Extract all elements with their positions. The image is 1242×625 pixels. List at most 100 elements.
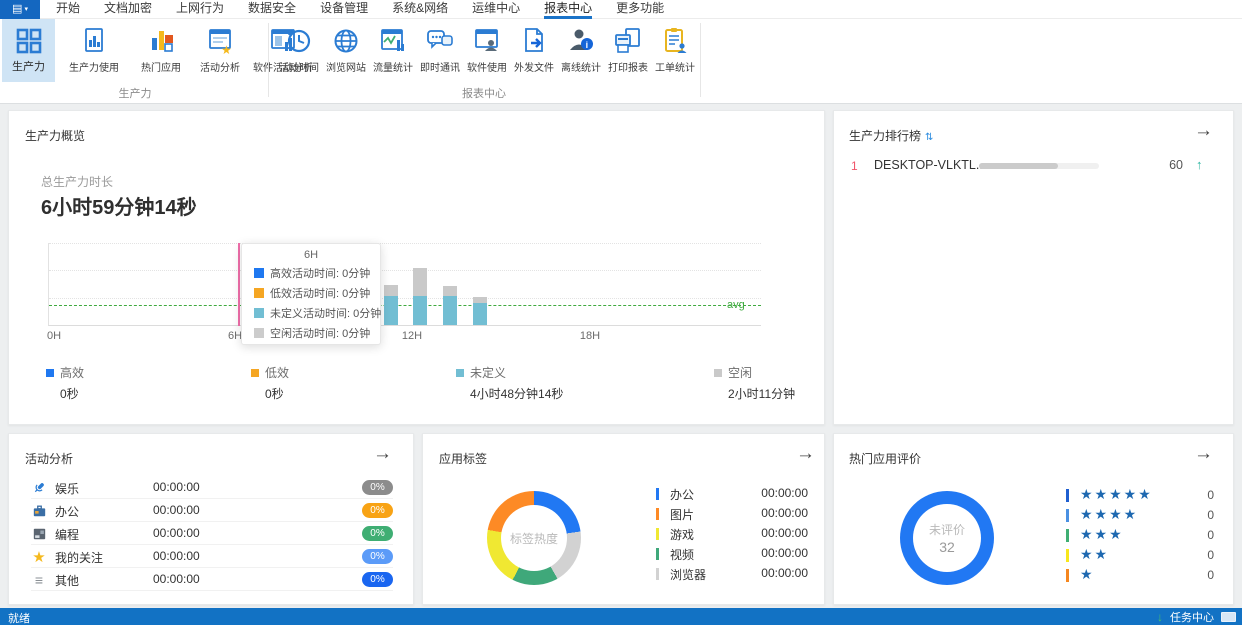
- menu-item-system-network[interactable]: 系统&网络: [392, 0, 448, 19]
- app-window: ▤ ▾ 开始 文档加密 上网行为 数据安全 设备管理 系统&网络 运维中心 报表…: [0, 0, 1242, 625]
- open-detail-arrow-icon[interactable]: →: [796, 444, 815, 463]
- ribbon-item-productivity[interactable]: 生产力: [2, 19, 55, 82]
- unrated-count: 32: [939, 539, 955, 555]
- hour-bar[interactable]: [413, 267, 428, 325]
- gridline: [49, 298, 761, 299]
- ribbon-item-activity-time[interactable]: 活动时间: [276, 19, 322, 82]
- ribbon-group-label-productivity: 生产力: [118, 88, 152, 100]
- hour-bar[interactable]: [472, 296, 487, 325]
- menu-item-doc-encrypt[interactable]: 文档加密: [104, 0, 152, 19]
- ribbon-item-activity-analysis[interactable]: ★ 活动分析: [192, 19, 248, 82]
- ribbon-item-browse-websites[interactable]: 浏览网站: [323, 19, 369, 82]
- clipboard-user-icon: [660, 26, 690, 56]
- percent-badge: 0%: [362, 503, 393, 518]
- star-icons: ★★★★: [1080, 506, 1139, 522]
- x-tick: 6H: [227, 330, 243, 342]
- menu-item-more[interactable]: 更多功能: [616, 0, 664, 19]
- productivity-hour-chart[interactable]: 0H 6H 12H 18H: [47, 243, 761, 342]
- total-productivity-value: 6小时59分钟14秒: [41, 197, 197, 219]
- menu-item-start[interactable]: 开始: [56, 0, 80, 19]
- open-detail-arrow-icon[interactable]: →: [1194, 121, 1213, 140]
- tag-legend-games[interactable]: 游戏 00:00:00: [656, 524, 808, 544]
- rank-number: 1: [851, 159, 858, 173]
- hour-bar[interactable]: [443, 286, 458, 325]
- idle-swatch: [254, 328, 264, 338]
- legend-idle: 空闲 2小时11分钟: [714, 364, 795, 402]
- inefficient-swatch: [254, 288, 264, 298]
- rating-row-4-stars[interactable]: ★★★★ 0: [1066, 506, 1214, 526]
- task-center-button[interactable]: ↓ 任务中心: [1157, 608, 1236, 625]
- status-text: 就绪: [8, 613, 30, 625]
- tag-legend-browser[interactable]: 浏览器 00:00:00: [656, 564, 808, 584]
- ribbon-item-ticket-stats[interactable]: 工单统计: [652, 19, 698, 82]
- star-icon: ★: [32, 548, 46, 566]
- productivity-ranking-panel: 生产力排行榜 ⇅ → 1 DESKTOP-VLKTL... 60 ↑: [833, 110, 1234, 425]
- panel-title: 生产力概览: [25, 129, 86, 143]
- percent-badge: 0%: [362, 572, 393, 587]
- ribbon-item-traffic-stats[interactable]: 流量统计: [370, 19, 416, 82]
- legend-undefined: 未定义 4小时48分钟14秒: [456, 364, 563, 402]
- ribbon-item-print-reports[interactable]: 打印报表: [605, 19, 651, 82]
- legend-efficient: 高效 0秒: [46, 364, 84, 402]
- activity-row-office[interactable]: 办公 00:00:00 0%: [31, 499, 393, 522]
- tag-legend-images[interactable]: 图片 00:00:00: [656, 504, 808, 524]
- globe-icon: [331, 26, 361, 56]
- ribbon-item-software-usage[interactable]: 软件使用: [464, 19, 510, 82]
- menu-item-web-behavior[interactable]: 上网行为: [176, 0, 224, 19]
- menu-item-data-security[interactable]: 数据安全: [248, 0, 296, 19]
- app-menu-button[interactable]: ▤ ▾: [0, 0, 40, 19]
- activity-row-programming[interactable]: 编程 00:00:00 0%: [31, 522, 393, 545]
- activity-row-my-focus[interactable]: ★ 我的关注 00:00:00 0%: [31, 545, 393, 568]
- x-tick: 12H: [401, 330, 423, 342]
- keyboard-icon: [31, 526, 47, 542]
- star-icons: ★★★★★: [1080, 486, 1153, 502]
- tag-heat-donut-chart[interactable]: 标签热度: [487, 491, 581, 585]
- rating-row-5-stars[interactable]: ★★★★★ 0: [1066, 486, 1214, 506]
- star-icons: ★: [1080, 566, 1095, 582]
- rating-donut-chart[interactable]: 未评价 32: [900, 491, 994, 585]
- rating-row-1-star[interactable]: ★ 0: [1066, 566, 1214, 586]
- chevron-down-icon: ▾: [24, 6, 28, 13]
- ranking-row[interactable]: 1 DESKTOP-VLKTL... 60 ↑: [834, 157, 1233, 177]
- sort-icon[interactable]: ⇅: [925, 132, 933, 143]
- donut-center-label: 标签热度: [509, 531, 558, 546]
- doc-star-icon: ★: [205, 26, 235, 56]
- menu-item-report-center[interactable]: 报表中心: [544, 0, 593, 19]
- open-detail-arrow-icon[interactable]: →: [1194, 444, 1213, 463]
- rating-row-3-stars[interactable]: ★★★ 0: [1066, 526, 1214, 546]
- ribbon-item-offline-stats[interactable]: i 离线统计: [558, 19, 604, 82]
- score-value: 60: [1169, 158, 1183, 172]
- menu-item-device-mgmt[interactable]: 设备管理: [320, 0, 368, 19]
- gridline: [49, 270, 761, 271]
- tag-legend-video[interactable]: 视频 00:00:00: [656, 544, 808, 564]
- percent-badge: 0%: [362, 480, 393, 495]
- briefcase-icon: [31, 503, 47, 519]
- panel-title: 生产力排行榜 ⇅: [849, 129, 934, 143]
- ribbon-group-divider: [700, 23, 701, 97]
- ribbon-item-productivity-usage[interactable]: 生产力使用: [58, 19, 130, 82]
- open-detail-arrow-icon[interactable]: →: [373, 444, 392, 463]
- monitor-icon: [1221, 611, 1236, 622]
- hour-bar[interactable]: [383, 285, 398, 325]
- download-arrow-icon: ↓: [1157, 609, 1163, 624]
- panel-title: 热门应用评价: [849, 452, 922, 466]
- ribbon-item-hot-apps[interactable]: 热门应用: [133, 19, 189, 82]
- ribbon-group-divider: [268, 23, 269, 97]
- undefined-swatch: [254, 308, 264, 318]
- activity-row-entertainment[interactable]: 娱乐 00:00:00 0%: [31, 476, 393, 499]
- computer-name: DESKTOP-VLKTL...: [874, 158, 987, 172]
- status-bar: 就绪 ↓ 任务中心: [0, 608, 1242, 625]
- rating-row-2-stars[interactable]: ★★ 0: [1066, 546, 1214, 566]
- ribbon-item-instant-messaging[interactable]: 即时通讯: [417, 19, 463, 82]
- activity-row-other[interactable]: ≡ 其他 00:00:00 0%: [31, 568, 393, 591]
- tag-legend-office[interactable]: 办公 00:00:00: [656, 484, 808, 504]
- bars-icon: [146, 26, 176, 56]
- grid-icon: [16, 28, 42, 54]
- tooltip-title: 6H: [303, 249, 319, 261]
- ribbon-group-label-report-center: 报表中心: [462, 88, 506, 100]
- svg-text:★: ★: [221, 43, 232, 56]
- average-label: avg: [727, 299, 745, 311]
- ribbon-item-outgoing-files[interactable]: 外发文件: [511, 19, 557, 82]
- menu-item-ops-center[interactable]: 运维中心: [472, 0, 520, 19]
- hover-indicator-line: [238, 243, 241, 326]
